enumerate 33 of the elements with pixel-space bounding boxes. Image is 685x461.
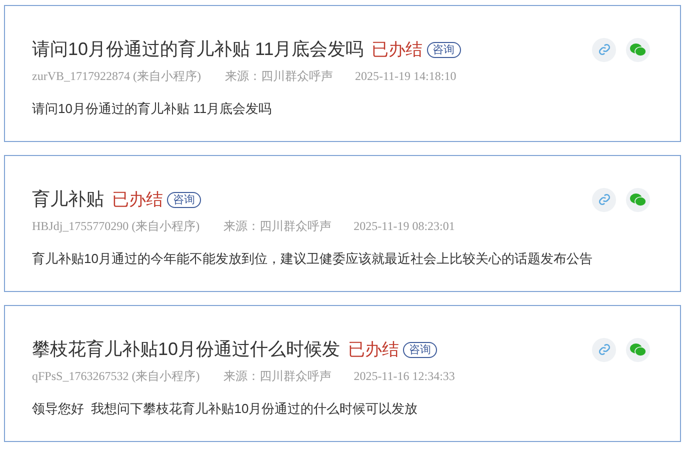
link-button[interactable]	[592, 38, 616, 62]
link-icon	[598, 193, 610, 206]
post-title[interactable]: 请问10月份通过的育儿补贴 11月底会发吗	[32, 36, 364, 63]
status-label: 已办结	[372, 38, 423, 61]
post-time: 2025-11-19 14:18:10	[354, 68, 456, 85]
category-tag: 咨询	[426, 42, 461, 58]
status-label: 已办结	[348, 338, 400, 361]
source-label: 来源：四川群众呼声	[224, 368, 332, 385]
source-label: 来源：四川群众呼声	[224, 218, 332, 235]
post-time: 2025-11-19 08:23:01	[354, 218, 455, 235]
post-time: 2025-11-16 12:34:33	[354, 368, 455, 385]
link-icon	[598, 343, 610, 356]
wechat-button[interactable]	[626, 338, 650, 362]
source-label: 来源：四川群众呼声	[224, 68, 333, 85]
post-title[interactable]: 攀枝花育儿补贴10月份通过什么时候发	[32, 336, 340, 363]
status-label: 已办结	[112, 188, 163, 211]
link-icon	[598, 43, 610, 56]
wechat-button[interactable]	[626, 38, 650, 62]
author-label: HBJdj_1755770290 (来自小程序)	[32, 218, 200, 235]
category-tag: 咨询	[167, 192, 201, 208]
author-label: qFPsS_1763267532 (来自小程序)	[32, 368, 200, 385]
wechat-button[interactable]	[626, 188, 650, 212]
category-tag: 咨询	[403, 342, 438, 358]
chat-bubbles-icon	[630, 42, 646, 56]
link-button[interactable]	[592, 188, 616, 212]
chat-bubbles-icon	[630, 342, 646, 356]
post-body: 领导您好 我想问下攀枝花育儿补贴10月份通过的什么时候可以发放	[32, 400, 419, 418]
link-button[interactable]	[592, 338, 616, 362]
chat-bubbles-icon	[630, 192, 646, 206]
post-body: 育儿补贴10月通过的今年能不能发放到位，建议卫健委应该就最近社会上比较关心的话题发布公告	[32, 250, 594, 268]
author-label: zurVB_1717922874 (来自小程序)	[32, 68, 201, 85]
post-title[interactable]: 育儿补贴	[32, 186, 104, 213]
post-body: 请问10月份通过的育儿补贴 11月底会发吗	[32, 100, 273, 118]
